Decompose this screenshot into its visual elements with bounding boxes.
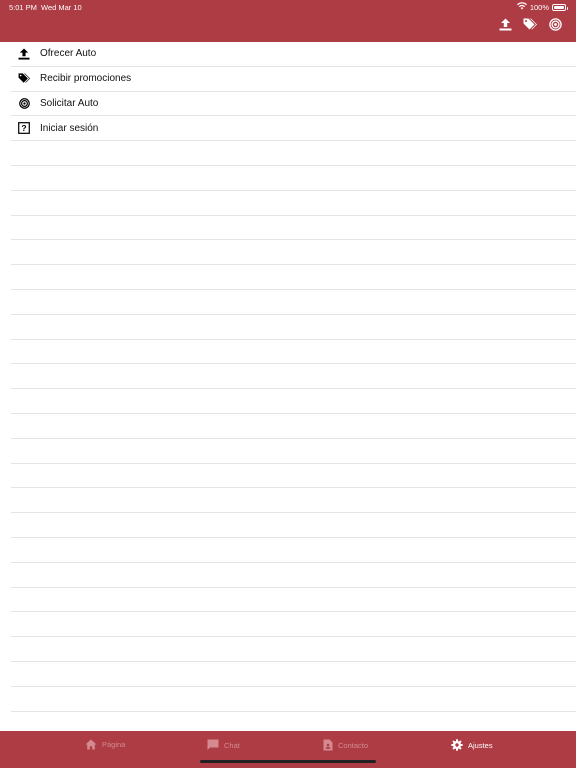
list-empty-row xyxy=(11,662,576,687)
target-icon xyxy=(548,18,562,36)
list-empty-row xyxy=(11,464,576,489)
menu-item-iniciar-sesion[interactable]: ? Iniciar sesión xyxy=(11,116,576,142)
gear-icon xyxy=(451,739,463,751)
home-icon xyxy=(85,739,97,750)
tab-contacto[interactable]: Contacto xyxy=(323,739,368,751)
upload-icon xyxy=(17,47,31,61)
list-empty-row xyxy=(11,538,576,563)
settings-list: Ofrecer Auto Recibir promociones Solicit… xyxy=(0,42,576,737)
contact-document-icon xyxy=(323,739,333,751)
status-time: 5:01 PM xyxy=(9,3,37,12)
list-empty-row xyxy=(11,637,576,662)
app-header: 5:01 PM Wed Mar 10 100% xyxy=(0,0,576,42)
tab-label: Chat xyxy=(224,740,240,750)
list-empty-row xyxy=(11,488,576,514)
list-empty-row xyxy=(11,166,576,191)
list-empty-row xyxy=(11,513,576,538)
list-empty-row xyxy=(11,612,576,638)
menu-item-solicitar-auto[interactable]: Solicitar Auto xyxy=(11,92,576,117)
list-empty-row xyxy=(11,439,576,464)
list-empty-row xyxy=(11,216,576,241)
svg-text:?: ? xyxy=(21,123,26,133)
menu-item-label: Solicitar Auto xyxy=(40,97,99,109)
tab-ajustes[interactable]: Ajustes xyxy=(451,739,493,751)
tab-label: Página xyxy=(102,740,126,749)
status-right: 100% xyxy=(516,2,568,12)
menu-item-label: Ofrecer Auto xyxy=(40,48,97,60)
tags-icon xyxy=(523,18,538,36)
tags-icon xyxy=(17,72,31,86)
target-icon xyxy=(17,96,31,110)
list-empty-row xyxy=(11,414,576,439)
list-empty-row xyxy=(11,340,576,365)
menu-item-label: Iniciar sesión xyxy=(40,122,99,134)
home-indicator xyxy=(200,760,376,763)
list-empty-row xyxy=(11,240,576,266)
header-upload-button[interactable] xyxy=(498,18,512,36)
question-box-icon: ? xyxy=(17,121,31,135)
list-empty-row xyxy=(11,290,576,315)
list-empty-row xyxy=(11,687,576,712)
list-empty-row xyxy=(11,265,576,290)
list-empty-row xyxy=(11,191,576,216)
menu-item-recibir-promociones[interactable]: Recibir promociones xyxy=(11,67,576,92)
status-bar: 5:01 PM Wed Mar 10 100% xyxy=(0,0,576,14)
empty-rows xyxy=(0,141,576,737)
list-empty-row xyxy=(11,315,576,340)
list-empty-row xyxy=(11,588,576,613)
upload-icon xyxy=(499,18,512,36)
battery-icon xyxy=(552,3,568,11)
list-empty-row xyxy=(11,389,576,414)
tab-chat[interactable]: Chat xyxy=(207,739,240,751)
status-date: Wed Mar 10 xyxy=(41,3,82,12)
list-empty-row xyxy=(11,141,576,166)
list-empty-row xyxy=(11,364,576,390)
tab-label: Ajustes xyxy=(468,740,493,750)
tab-label: Contacto xyxy=(338,740,369,750)
chat-icon xyxy=(207,739,219,751)
header-actions xyxy=(498,18,562,36)
list-empty-row xyxy=(11,563,576,588)
battery-percent: 100% xyxy=(529,2,549,12)
header-tags-button[interactable] xyxy=(523,18,538,36)
header-target-button[interactable] xyxy=(548,18,562,36)
wifi-icon xyxy=(516,2,527,12)
tab-pagina[interactable]: Página xyxy=(85,739,125,750)
menu-item-label: Recibir promociones xyxy=(40,73,132,85)
menu-item-ofrecer-auto[interactable]: Ofrecer Auto xyxy=(11,42,576,67)
